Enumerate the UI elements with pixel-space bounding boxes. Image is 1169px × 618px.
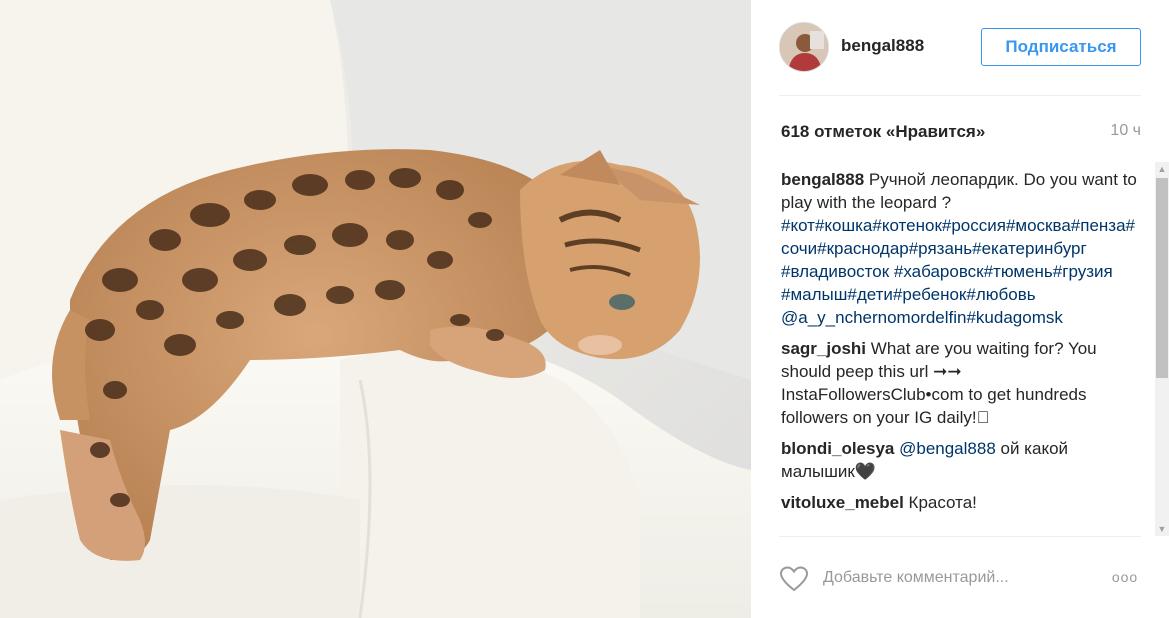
comment-bar: ooo bbox=[779, 536, 1141, 618]
comment-text: Красота! bbox=[903, 493, 977, 512]
avatar[interactable] bbox=[779, 22, 829, 72]
caption-comment: bengal888 Ручной леопардик. Do you want … bbox=[781, 168, 1143, 329]
comments-scrollbar[interactable]: ▲ ▼ bbox=[1155, 162, 1169, 536]
ellipsis-icon[interactable]: ooo bbox=[1109, 567, 1141, 587]
comment-mention[interactable]: @a_y_nchernomordelfin#kudagomsk bbox=[781, 308, 1063, 327]
follow-button[interactable]: Подписаться bbox=[981, 28, 1141, 66]
likes-count[interactable]: 618 отметок «Нравится» bbox=[781, 122, 985, 142]
likes-row: 618 отметок «Нравится» 10 ч bbox=[781, 122, 1141, 144]
post-photo[interactable] bbox=[0, 0, 751, 618]
heart-outline-icon[interactable] bbox=[779, 565, 809, 593]
post-header: bengal888 Подписаться bbox=[779, 22, 1141, 96]
scroll-down-arrow-icon[interactable]: ▼ bbox=[1155, 522, 1169, 536]
scroll-up-arrow-icon[interactable]: ▲ bbox=[1155, 162, 1169, 176]
comment-username[interactable]: blondi_olesya bbox=[781, 439, 894, 458]
comment-hashtags[interactable]: #кот#кошка#котенок#россия#москва#пенза#с… bbox=[781, 216, 1135, 304]
comment-username[interactable]: bengal888 bbox=[781, 170, 864, 189]
post-sidebar: bengal888 Подписаться 618 отметок «Нрави… bbox=[751, 0, 1169, 618]
list-item: sagr_joshi What are you waiting for? You… bbox=[781, 337, 1143, 429]
scroll-thumb[interactable] bbox=[1156, 178, 1168, 378]
comment-username[interactable]: sagr_joshi bbox=[781, 339, 866, 358]
list-item: blondi_olesya @bengal888 ой какой малыши… bbox=[781, 437, 1143, 483]
comments-list[interactable]: bengal888 Ручной леопардик. Do you want … bbox=[781, 168, 1143, 532]
author-username[interactable]: bengal888 bbox=[841, 36, 924, 56]
post-time[interactable]: 10 ч bbox=[1110, 122, 1141, 140]
comment-mention[interactable]: @bengal888 bbox=[899, 439, 996, 458]
list-item: vitoluxe_mebel Красота! bbox=[781, 491, 1143, 514]
kitten-photo bbox=[0, 0, 751, 618]
comment-input[interactable] bbox=[823, 565, 1093, 591]
comment-username[interactable]: vitoluxe_mebel bbox=[781, 493, 904, 512]
